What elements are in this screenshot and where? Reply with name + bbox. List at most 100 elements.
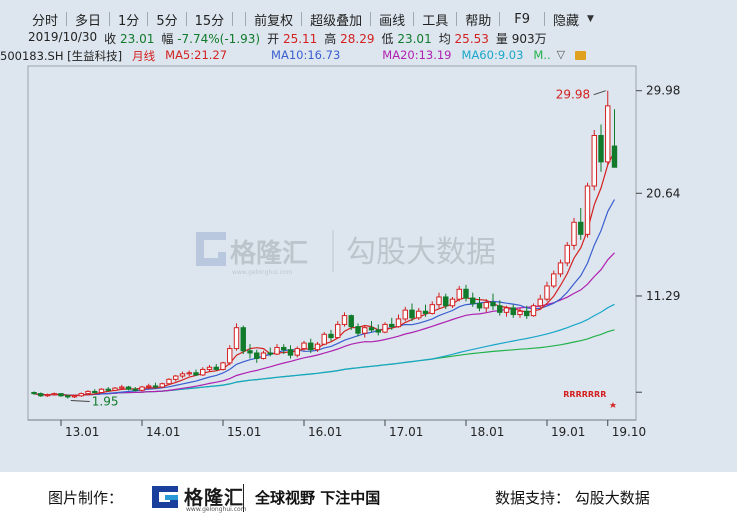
candle-body: [321, 333, 327, 345]
candle-body: [382, 323, 388, 333]
candle-body: [436, 296, 442, 306]
candle-body: [227, 348, 233, 364]
candle-body: [490, 301, 496, 307]
watermark: 格隆汇www.gelonghui.com 勾股大数据: [196, 230, 496, 276]
candle-body: [193, 372, 199, 376]
candle-body: [389, 323, 395, 328]
candle-body: [44, 394, 51, 397]
candle-body: [78, 393, 84, 397]
candle-body: [200, 368, 206, 376]
candle-body: [476, 303, 483, 309]
candle-body: [611, 145, 618, 168]
kline-window: 分时 多日 1分 5分 15分 前复权 超级叠加 画线 工具 帮助 F9 隐藏 …: [0, 0, 737, 527]
plot-frame: [27, 65, 637, 421]
candle-body: [274, 346, 280, 355]
candle-body: [348, 315, 354, 328]
candle-body: [98, 388, 105, 394]
candle-body: [294, 348, 300, 356]
y-tick-label: 20.64: [646, 186, 680, 200]
candle-body: [355, 326, 361, 334]
ma60-line: [33, 303, 615, 396]
candle-body: [240, 327, 246, 352]
candle-body: [341, 315, 348, 325]
candle-body: [146, 385, 152, 388]
candle-body: [267, 352, 273, 355]
candle-body: [166, 378, 172, 385]
candle-body: [281, 346, 287, 351]
candle-body: [557, 262, 564, 275]
candle-body: [470, 297, 476, 305]
made-by-label: 图片制作：: [48, 489, 124, 507]
candle-body: [179, 373, 186, 377]
candle-body: [247, 350, 253, 354]
candle-body: [503, 307, 510, 313]
x-tick-label: 18.01: [470, 425, 504, 439]
candle-body: [85, 390, 91, 395]
candle-body: [605, 105, 611, 163]
candle-body: [173, 375, 179, 380]
candle-body: [119, 386, 125, 389]
x-tick-label: 16.01: [308, 425, 342, 439]
candle-body: [58, 393, 64, 397]
candle-body: [220, 362, 226, 370]
x-tick-label: 19.01: [551, 425, 585, 439]
candle-body: [254, 352, 260, 359]
candle-body: [571, 221, 577, 246]
candle-body: [71, 395, 78, 398]
candle-body: [308, 342, 314, 351]
candle-body: [530, 305, 537, 317]
candle-body: [524, 310, 530, 317]
x-tick-label: 14.01: [146, 425, 180, 439]
candle-body: [112, 387, 118, 391]
candle-body: [510, 307, 516, 316]
candle-body: [416, 310, 422, 319]
candle-body: [395, 318, 402, 328]
candle-body: [38, 393, 44, 397]
candle-body: [233, 327, 240, 350]
footer-divider: [243, 484, 244, 512]
ma5-line: [33, 151, 616, 396]
candle-body: [402, 309, 408, 320]
slogan: 全球视野 下注中国: [255, 489, 381, 507]
x-tick-label: 19.10: [612, 425, 646, 439]
candle-body: [287, 349, 294, 356]
watermark-url: www.gelonghui.com: [232, 269, 293, 276]
candle-body: [362, 327, 368, 334]
max-price-label: 29.98: [556, 88, 590, 102]
candle-body: [375, 329, 381, 333]
candle-body: [65, 395, 71, 398]
candle-body: [368, 327, 375, 331]
candle-body: [92, 390, 98, 394]
x-tick-label: 15.01: [227, 425, 261, 439]
watermark-brand: 格隆汇: [230, 238, 308, 269]
candle-body: [213, 366, 219, 370]
ma20-line: [33, 252, 615, 396]
y-tick-label: 11.29: [646, 289, 680, 303]
candle-body: [449, 298, 456, 307]
candle-body: [152, 385, 159, 388]
candle-body: [537, 298, 543, 307]
candle-body: [517, 310, 523, 316]
candle-body: [483, 301, 489, 309]
candle-body: [584, 185, 591, 235]
candle-body: [206, 366, 213, 370]
candle-body: [544, 285, 550, 300]
candle-body: [598, 135, 604, 163]
candle-body: [578, 221, 584, 235]
candle-body: [429, 304, 435, 314]
candle-body: [125, 386, 132, 390]
candle-body: [186, 372, 192, 375]
candle-body: [260, 352, 267, 359]
data-support-label: 数据支持： 勾股大数据: [495, 489, 650, 507]
candle-body: [51, 393, 57, 396]
candle-body: [301, 342, 307, 350]
x-tick-label: 13.01: [65, 425, 99, 439]
candle-body: [591, 135, 597, 187]
event-marker-text: RRRRRRR: [563, 390, 606, 399]
candle-body: [497, 305, 503, 313]
kline-chart: 格隆汇www.gelonghui.com 勾股大数据 11.29 20.64 29.98…: [27, 65, 680, 439]
candle-body: [456, 288, 462, 300]
candle-body: [328, 333, 334, 339]
candle-body: [105, 388, 111, 391]
candle-body: [139, 386, 145, 391]
